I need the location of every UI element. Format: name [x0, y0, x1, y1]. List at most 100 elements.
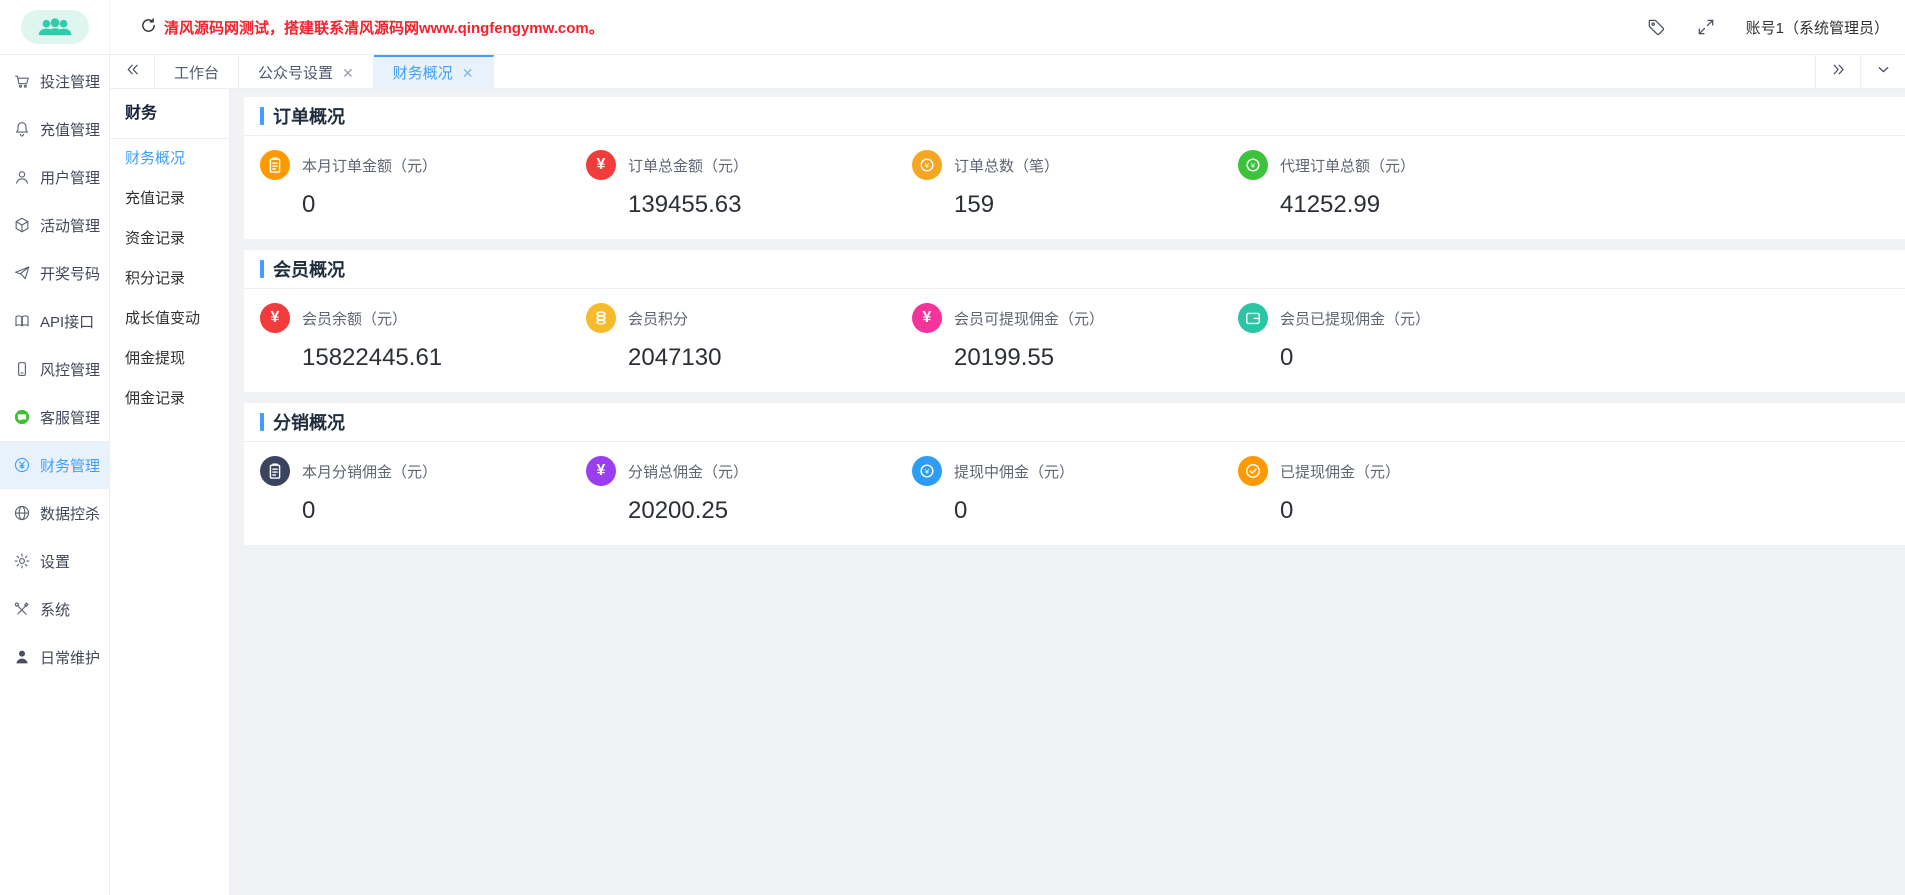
yen-icon: ¥ — [586, 456, 616, 486]
stat-card: ¥ 会员余额（元） 15822445.61 — [260, 303, 586, 372]
stat-value: 20200.25 — [628, 497, 912, 525]
chevron-down-icon — [1875, 61, 1892, 83]
tag-icon[interactable] — [1646, 17, 1666, 37]
tab-label: 财务概况 — [393, 62, 453, 83]
stat-value: 0 — [302, 497, 586, 525]
chat-icon — [13, 408, 31, 426]
sidebar-item-daily-maintenance[interactable]: 日常维护 — [0, 633, 109, 681]
stat-value: 2047130 — [628, 344, 912, 372]
title-accent-bar — [260, 107, 264, 125]
tab-workbench[interactable]: 工作台 — [155, 55, 239, 88]
yen-ring-icon: ¥ — [912, 150, 942, 180]
sidebar-item-lottery-numbers[interactable]: 开奖号码 — [0, 249, 109, 297]
stat-card: ¥ 订单总数（笔） 159 — [912, 150, 1238, 219]
stat-value: 0 — [302, 191, 586, 219]
sidebar-item-api-interface[interactable]: API接口 — [0, 297, 109, 345]
close-icon[interactable]: ✕ — [342, 66, 354, 80]
tab-list-dropdown-button[interactable] — [1860, 55, 1905, 88]
stat-card: ¥ 分销总佣金（元） 20200.25 — [586, 456, 912, 525]
stat-card: 会员积分 2047130 — [586, 303, 912, 372]
section-title: 分销概况 — [273, 409, 345, 435]
submenu-title: 财务 — [110, 89, 229, 139]
stat-label: 会员积分 — [628, 308, 688, 329]
sidebar-item-activity-management[interactable]: 活动管理 — [0, 201, 109, 249]
stat-label: 会员可提现佣金（元） — [954, 308, 1104, 329]
stat-label: 会员已提现佣金（元） — [1280, 308, 1430, 329]
sidebar-item-risk-control[interactable]: 风控管理 — [0, 345, 109, 393]
stat-label: 已提现佣金（元） — [1280, 461, 1400, 482]
sidebar-item-settings[interactable]: 设置 — [0, 537, 109, 585]
sidebar-item-customer-service[interactable]: 客服管理 — [0, 393, 109, 441]
person-icon — [13, 648, 31, 666]
close-icon[interactable]: ✕ — [462, 66, 474, 80]
sidebar-item-user-management[interactable]: 用户管理 — [0, 153, 109, 201]
sidebar-item-label: 设置 — [40, 551, 70, 572]
stat-value: 0 — [1280, 497, 1564, 525]
account-menu[interactable]: 账号1（系统管理员） — [1746, 17, 1889, 38]
yen-badge-icon: ¥ — [912, 303, 942, 333]
svg-text:¥: ¥ — [925, 161, 930, 170]
section-distribution-overview: 分销概况 本月分销佣金（元） 0 — [244, 403, 1905, 545]
check-ring-icon — [1238, 456, 1268, 486]
collapse-sidebar-button[interactable] — [110, 55, 155, 88]
clipboard-icon — [260, 150, 290, 180]
submenu-item-commission-withdraw[interactable]: 佣金提现 — [110, 339, 229, 379]
mobile-icon — [13, 360, 31, 378]
submenu-item-points-records[interactable]: 积分记录 — [110, 259, 229, 299]
tab-official-account-settings[interactable]: 公众号设置 ✕ — [239, 55, 374, 88]
section-title: 订单概况 — [273, 103, 345, 129]
submenu-item-finance-overview[interactable]: 财务概况 — [110, 139, 229, 179]
clipboard-icon — [260, 456, 290, 486]
section-order-overview: 订单概况 本月订单金额（元） 0 — [244, 97, 1905, 239]
sidebar-item-betting-management[interactable]: 投注管理 — [0, 57, 109, 105]
cart-icon — [13, 72, 31, 90]
sidebar-item-recharge-management[interactable]: 充值管理 — [0, 105, 109, 153]
section-member-overview: 会员概况 ¥ 会员余额（元） 15822445.61 — [244, 250, 1905, 392]
section-header: 分销概况 — [244, 403, 1905, 442]
stat-value: 0 — [954, 497, 1238, 525]
main-sidebar: 投注管理 充值管理 用户管理 活动管理 开奖号码 API接口 风控管理 客服管 — [0, 55, 110, 895]
sidebar-item-label: 充值管理 — [40, 119, 100, 140]
sidebar-item-system[interactable]: 系统 — [0, 585, 109, 633]
tab-overflow-button[interactable] — [1815, 55, 1860, 88]
gear-icon — [13, 552, 31, 570]
submenu-item-recharge-records[interactable]: 充值记录 — [110, 179, 229, 219]
stat-value: 139455.63 — [628, 191, 912, 219]
fullscreen-icon[interactable] — [1696, 17, 1716, 37]
title-accent-bar — [260, 413, 264, 431]
finance-submenu: 财务 财务概况 充值记录 资金记录 积分记录 成长值变动 佣金提现 佣金记录 — [110, 89, 230, 895]
stat-card: 已提现佣金（元） 0 — [1238, 456, 1564, 525]
book-icon — [13, 312, 31, 330]
sidebar-item-label: 活动管理 — [40, 215, 100, 236]
refresh-icon[interactable] — [140, 17, 157, 38]
coins-icon — [586, 303, 616, 333]
stat-value: 159 — [954, 191, 1238, 219]
cube-icon — [13, 216, 31, 234]
stat-label: 本月分销佣金（元） — [302, 461, 437, 482]
stat-card: ¥ 提现中佣金（元） 0 — [912, 456, 1238, 525]
svg-text:¥: ¥ — [1251, 161, 1256, 170]
stat-card: ¥ 订单总金额（元） 139455.63 — [586, 150, 912, 219]
notice-text: 清风源码网测试，搭建联系清风源码网www.qingfengymw.com。 — [164, 17, 604, 38]
stat-value: 41252.99 — [1280, 191, 1564, 219]
tab-finance-overview[interactable]: 财务概况 ✕ — [374, 55, 494, 88]
sidebar-item-label: 客服管理 — [40, 407, 100, 428]
globe-icon — [13, 504, 31, 522]
sidebar-item-data-control[interactable]: 数据控杀 — [0, 489, 109, 537]
stat-card: ¥ 代理订单总额（元） 41252.99 — [1238, 150, 1564, 219]
stat-card: 本月分销佣金（元） 0 — [260, 456, 586, 525]
wallet-icon — [1238, 303, 1268, 333]
tab-label: 公众号设置 — [258, 62, 333, 83]
sidebar-item-finance-management[interactable]: 财务管理 — [0, 441, 109, 489]
section-header: 会员概况 — [244, 250, 1905, 289]
sidebar-item-label: 投注管理 — [40, 71, 100, 92]
main-content: 订单概况 本月订单金额（元） 0 — [230, 89, 1905, 895]
users-group-icon — [21, 10, 89, 44]
logo[interactable] — [0, 0, 110, 54]
yen-circle-icon — [13, 456, 31, 474]
submenu-item-growth-records[interactable]: 成长值变动 — [110, 299, 229, 339]
submenu-item-fund-records[interactable]: 资金记录 — [110, 219, 229, 259]
sidebar-item-label: API接口 — [40, 311, 94, 332]
submenu-item-commission-records[interactable]: 佣金记录 — [110, 379, 229, 419]
stat-value: 0 — [1280, 344, 1564, 372]
